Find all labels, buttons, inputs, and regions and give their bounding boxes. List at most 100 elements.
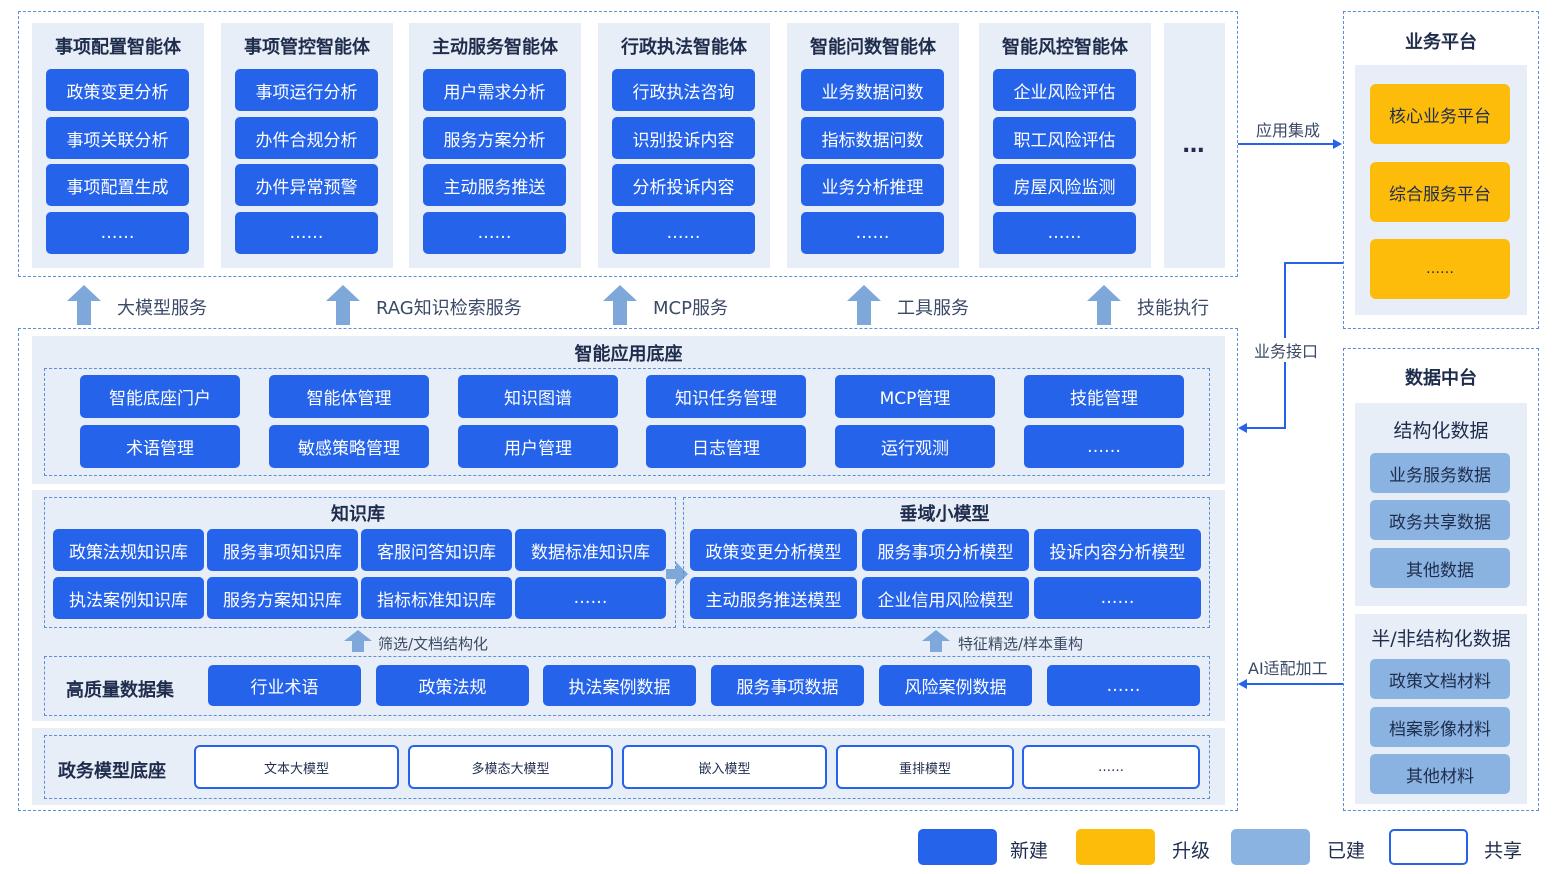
agent-column-6: 智能风控智能体 企业风险评估 职工风险评估 房屋风险监测 …… (979, 23, 1151, 268)
agent-column-3: 主动服务智能体 用户需求分析 服务方案分析 主动服务推送 …… (409, 23, 581, 268)
sm-item[interactable]: 投诉内容分析模型 (1034, 529, 1201, 571)
structured-data-item[interactable]: 政务共享数据 (1370, 500, 1510, 540)
biz-platform-item[interactable]: 综合服务平台 (1370, 162, 1510, 222)
base-item[interactable]: 智能底座门户 (80, 375, 240, 418)
model-base-item[interactable]: 文本大模型 (194, 745, 399, 789)
agent-item[interactable]: 办件异常预警 (235, 164, 378, 206)
base-item[interactable]: 智能体管理 (269, 375, 429, 418)
small-model-title: 垂域小模型 (899, 504, 990, 525)
agent-column-2: 事项管控智能体 事项运行分析 办件合规分析 办件异常预警 …… (221, 23, 393, 268)
base-item[interactable]: 日志管理 (646, 425, 806, 468)
biz-platform-title: 业务平台 (1405, 32, 1477, 53)
agent-column-more: … (1164, 23, 1225, 268)
agent-item[interactable]: 房屋风险监测 (993, 164, 1136, 206)
unstructured-data-item[interactable]: 其他材料 (1370, 754, 1510, 794)
app-integration-line (1238, 143, 1334, 145)
unstructured-data-item[interactable]: 档案影像材料 (1370, 707, 1510, 747)
dataset-item[interactable]: 风险案例数据 (879, 665, 1032, 706)
base-item[interactable]: 技能管理 (1024, 375, 1184, 418)
agent-item-more[interactable]: …… (423, 212, 566, 254)
agent-item[interactable]: 业务数据问数 (801, 69, 944, 111)
legend-swatch-new (918, 829, 997, 865)
kb-item-more[interactable]: …… (515, 577, 666, 619)
agent-item[interactable]: 用户需求分析 (423, 69, 566, 111)
agent-item[interactable]: 识别投诉内容 (612, 117, 755, 159)
kb-item[interactable]: 执法案例知识库 (53, 577, 204, 619)
sm-item[interactable]: 主动服务推送模型 (690, 577, 857, 619)
agent-item[interactable]: 指标数据问数 (801, 117, 944, 159)
agent-item[interactable]: 办件合规分析 (235, 117, 378, 159)
dataset-item-more[interactable]: …… (1047, 665, 1200, 706)
legend-swatch-existing (1231, 829, 1310, 865)
agent-item-more[interactable]: …… (801, 212, 944, 254)
sm-item[interactable]: 政策变更分析模型 (690, 529, 857, 571)
base-item[interactable]: 知识图谱 (458, 375, 618, 418)
model-base-item[interactable]: 嵌入模型 (622, 745, 827, 789)
sm-item-more[interactable]: …… (1034, 577, 1201, 619)
kb-item[interactable]: 政策法规知识库 (53, 529, 204, 571)
sm-item[interactable]: 服务事项分析模型 (862, 529, 1029, 571)
biz-interface-line-h2 (1247, 427, 1286, 429)
structured-data-item[interactable]: 业务服务数据 (1370, 453, 1510, 493)
agent-item[interactable]: 事项关联分析 (46, 117, 189, 159)
agent-item[interactable]: 企业风险评估 (993, 69, 1136, 111)
agent-item[interactable]: 服务方案分析 (423, 117, 566, 159)
agent-item-more[interactable]: …… (612, 212, 755, 254)
agent-item[interactable]: 主动服务推送 (423, 164, 566, 206)
legend-swatch-upgrade (1076, 829, 1155, 865)
agent-title: 行政执法智能体 (621, 37, 747, 58)
biz-platform-item[interactable]: 核心业务平台 (1370, 84, 1510, 144)
knowledge-base-title: 知识库 (331, 504, 385, 525)
service-label: 工具服务 (897, 298, 969, 319)
base-item[interactable]: 运行观测 (835, 425, 995, 468)
sm-process-note: 特征精选/样本重构 (958, 635, 1084, 653)
up-arrow-icon (344, 630, 372, 652)
agent-item[interactable]: 政策变更分析 (46, 69, 189, 111)
agent-title: 智能风控智能体 (1002, 37, 1128, 58)
legend-label-new: 新建 (1010, 840, 1049, 862)
agent-item-more[interactable]: …… (235, 212, 378, 254)
agent-item[interactable]: 事项运行分析 (235, 69, 378, 111)
dataset-item[interactable]: 执法案例数据 (543, 665, 696, 706)
model-base-item[interactable]: 多模态大模型 (408, 745, 613, 789)
dataset-item[interactable]: 行业术语 (208, 665, 361, 706)
agent-item[interactable]: 分析投诉内容 (612, 164, 755, 206)
sm-item[interactable]: 企业信用风险模型 (862, 577, 1029, 619)
dataset-item[interactable]: 政策法规 (376, 665, 529, 706)
agent-item[interactable]: 行政执法咨询 (612, 69, 755, 111)
service-label: MCP服务 (653, 298, 728, 319)
agent-item[interactable]: 事项配置生成 (46, 164, 189, 206)
base-item[interactable]: 敏感策略管理 (269, 425, 429, 468)
app-integration-label: 应用集成 (1256, 121, 1321, 140)
base-item[interactable]: 术语管理 (80, 425, 240, 468)
kb-item[interactable]: 服务方案知识库 (207, 577, 358, 619)
agent-item[interactable]: 职工风险评估 (993, 117, 1136, 159)
agent-title: 智能问数智能体 (810, 37, 936, 58)
base-item-more[interactable]: …… (1024, 425, 1184, 468)
up-arrow-icon (326, 285, 360, 325)
agent-item-more[interactable]: …… (993, 212, 1136, 254)
kb-item[interactable]: 数据标准知识库 (515, 529, 666, 571)
app-base-title: 智能应用底座 (574, 344, 683, 365)
structured-data-title: 结构化数据 (1393, 419, 1489, 442)
agent-item-more[interactable]: …… (46, 212, 189, 254)
agent-item[interactable]: 业务分析推理 (801, 164, 944, 206)
base-item[interactable]: 用户管理 (458, 425, 618, 468)
structured-data-item[interactable]: 其他数据 (1370, 548, 1510, 588)
dataset-item[interactable]: 服务事项数据 (711, 665, 864, 706)
biz-platform-item-more[interactable]: …… (1370, 239, 1510, 299)
agent-column-5: 智能问数智能体 业务数据问数 指标数据问数 业务分析推理 …… (787, 23, 959, 268)
model-base-item-more[interactable]: …… (1022, 745, 1200, 789)
model-base-item[interactable]: 重排模型 (836, 745, 1014, 789)
kb-item[interactable]: 服务事项知识库 (207, 529, 358, 571)
kb-item[interactable]: 客服问答知识库 (361, 529, 512, 571)
unstructured-data-item[interactable]: 政策文档材料 (1370, 659, 1510, 699)
agent-title: 主动服务智能体 (432, 37, 558, 58)
arrow-left-icon (1238, 679, 1247, 689)
unstructured-data-title: 半/非结构化数据 (1371, 627, 1511, 650)
base-item[interactable]: 知识任务管理 (646, 375, 806, 418)
up-arrow-icon (847, 285, 881, 325)
arrow-right-icon (1333, 139, 1342, 149)
base-item[interactable]: MCP管理 (835, 375, 995, 418)
kb-item[interactable]: 指标标准知识库 (361, 577, 512, 619)
